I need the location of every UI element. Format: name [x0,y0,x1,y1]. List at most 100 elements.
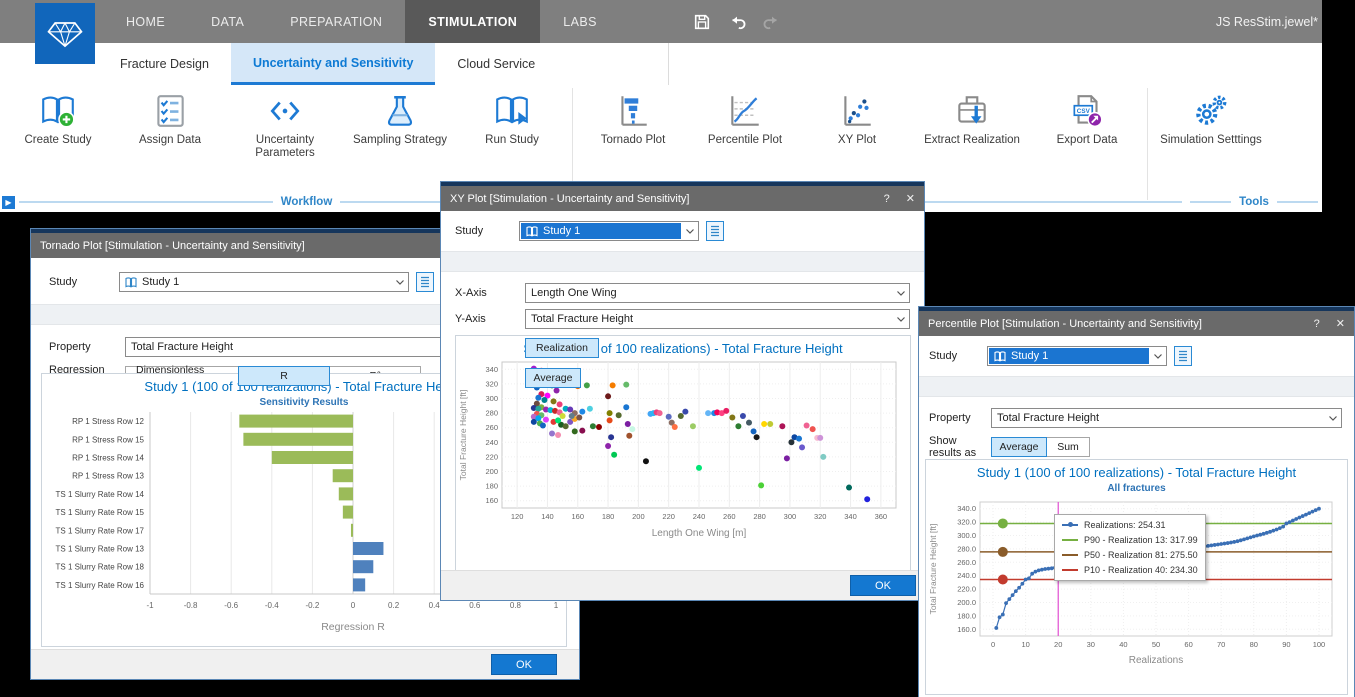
ribbon-button-sampling-strategy[interactable]: Sampling Strategy [344,88,456,195]
help-icon[interactable]: ? [884,193,890,205]
svg-text:TS 1 Slurry Rate Row 18: TS 1 Slurry Rate Row 18 [56,563,145,572]
ribbon-buttons: Create Study Assign Data Uncertainty Par… [2,85,1320,195]
close-icon[interactable]: ✕ [1336,317,1345,330]
chevron-down-icon[interactable] [892,284,909,302]
svg-text:Realizations: Realizations [1129,655,1183,666]
create-study-icon [38,91,78,131]
subtab-cloud-service[interactable]: Cloud Service [435,43,557,85]
xy-dialog-titlebar[interactable]: XY Plot [Stimulation - Uncertainty and S… [441,186,924,211]
svg-text:320: 320 [485,379,498,388]
xy-dialog-title: XY Plot [Stimulation - Uncertainty and S… [450,193,689,205]
study-value: Study 1 [543,225,580,237]
chevron-down-icon[interactable] [1149,347,1166,365]
undo-icon[interactable] [727,12,747,32]
ribbon-button-uncertainty-parameters[interactable]: Uncertainty Parameters [226,88,344,195]
tab-stimulation[interactable]: STIMULATION [405,0,540,43]
svg-text:280: 280 [485,409,498,418]
study-combobox[interactable]: Study 1 [987,346,1167,366]
property-combobox[interactable]: Total Fracture Height [991,408,1342,428]
chevron-down-icon[interactable] [681,222,698,240]
ribbon-button-run-study[interactable]: Run Study [456,88,568,195]
ribbon-button-create-study[interactable]: Create Study [2,88,114,195]
ribbon-button-percentile-plot[interactable]: Percentile Plot [689,88,801,195]
ribbon-button-extract-realization[interactable]: Extract Realization [913,88,1031,195]
svg-text:300: 300 [485,394,498,403]
workflow-expand-icon[interactable]: ▶ [2,196,15,209]
chevron-down-icon[interactable] [1324,409,1341,427]
toggle-sum[interactable]: Sum [1046,437,1090,457]
ribbon-button-xy-plot[interactable]: XY Plot [801,88,913,195]
ribbon-button-label: Create Study [24,134,91,147]
xy-chart: Study 1 (100 of 100 realizations) - Tota… [455,335,911,571]
run-study-icon [492,91,532,131]
ribbon-button-label: Simulation Setttings [1160,134,1262,147]
study-browse-button[interactable] [416,272,434,292]
svg-text:280: 280 [753,512,766,521]
x-axis-combobox[interactable]: Length One Wing [525,283,910,303]
ribbon-button-label: Tornado Plot [601,134,666,147]
chevron-down-icon[interactable] [391,273,408,291]
subtab-uncertainty-sensitivity[interactable]: Uncertainty and Sensitivity [231,43,435,85]
chevron-down-icon[interactable] [892,310,909,328]
percentile-plot-dialog: Percentile Plot [Stimulation - Uncertain… [918,306,1355,697]
ribbon-button-export-data[interactable]: CSV Export Data [1031,88,1143,195]
svg-text:200.0: 200.0 [957,598,976,607]
svg-text:280.0: 280.0 [957,544,976,553]
tab-home[interactable]: HOME [103,0,188,43]
document-title: JS ResStim.jewel* [1180,0,1318,43]
svg-text:260: 260 [723,512,736,521]
svg-text:160: 160 [485,496,498,505]
subtab-fracture-design[interactable]: Fracture Design [98,43,231,85]
app-logo-icon[interactable] [35,3,95,64]
ok-button[interactable]: OK [491,654,557,675]
tooltip-row: Realizations: 254.31 [1062,520,1198,530]
help-icon[interactable]: ? [1314,318,1320,330]
study-combobox[interactable]: Study 1 [519,221,699,241]
close-icon[interactable]: ✕ [906,192,915,205]
study-browse-button[interactable] [1174,346,1192,366]
realizations-marker-icon [1062,524,1078,526]
toggle-average[interactable]: Average [991,437,1047,457]
xy-plot-dialog: XY Plot [Stimulation - Uncertainty and S… [440,181,925,601]
tooltip-row: P10 - Realization 40: 234.30 [1062,565,1198,575]
svg-text:0.8: 0.8 [510,601,522,610]
study-browse-button[interactable] [706,221,724,241]
study-book-icon [125,277,137,288]
study-value: Study 1 [142,276,179,288]
redo-icon[interactable] [762,12,782,32]
toggle-average[interactable]: Average [525,368,581,388]
dialog-separator-band [441,251,924,272]
svg-text:70: 70 [1217,640,1225,649]
property-label: Property [929,412,991,424]
svg-text:TS 1 Slurry Rate Row 13: TS 1 Slurry Rate Row 13 [56,545,145,554]
toggle-r[interactable]: R [238,366,330,386]
ribbon-button-label: Percentile Plot [708,134,782,147]
ribbon-button-simulation-settings[interactable]: Simulation Setttings [1152,88,1270,195]
svg-text:180.0: 180.0 [957,611,976,620]
study-combobox[interactable]: Study 1 [119,272,409,292]
tab-data[interactable]: DATA [188,0,267,43]
ribbon-tabs: HOME DATA PREPARATION STIMULATION LABS [103,0,620,43]
xy-chart-svg: 1201401601802002202402602803003203403601… [456,356,908,562]
x-axis-value: Length One Wing [531,287,617,299]
save-icon[interactable] [692,12,712,32]
ribbon-titlebar[interactable]: HOME DATA PREPARATION STIMULATION LABS J… [0,0,1322,43]
toggle-realization[interactable]: Realization [525,338,599,358]
svg-text:RP 1 Stress Row 13: RP 1 Stress Row 13 [72,472,144,481]
percentile-dialog-titlebar[interactable]: Percentile Plot [Stimulation - Uncertain… [919,311,1354,336]
ribbon-button-tornado-plot[interactable]: Tornado Plot [577,88,689,195]
subtab-separator [668,43,669,85]
tab-labs[interactable]: LABS [540,0,620,43]
ribbon-button-assign-data[interactable]: Assign Data [114,88,226,195]
simulation-settings-icon [1191,91,1231,131]
y-axis-combobox[interactable]: Total Fracture Height [525,309,910,329]
ok-button[interactable]: OK [850,575,916,596]
svg-text:160: 160 [572,512,585,521]
p10-marker-icon [1062,569,1078,571]
svg-text:320.0: 320.0 [957,518,976,527]
tornado-dialog-title: Tornado Plot [Stimulation - Uncertainty … [40,240,305,252]
study-label: Study [49,276,119,288]
svg-text:220: 220 [485,452,498,461]
svg-text:80: 80 [1250,640,1258,649]
tab-preparation[interactable]: PREPARATION [267,0,405,43]
